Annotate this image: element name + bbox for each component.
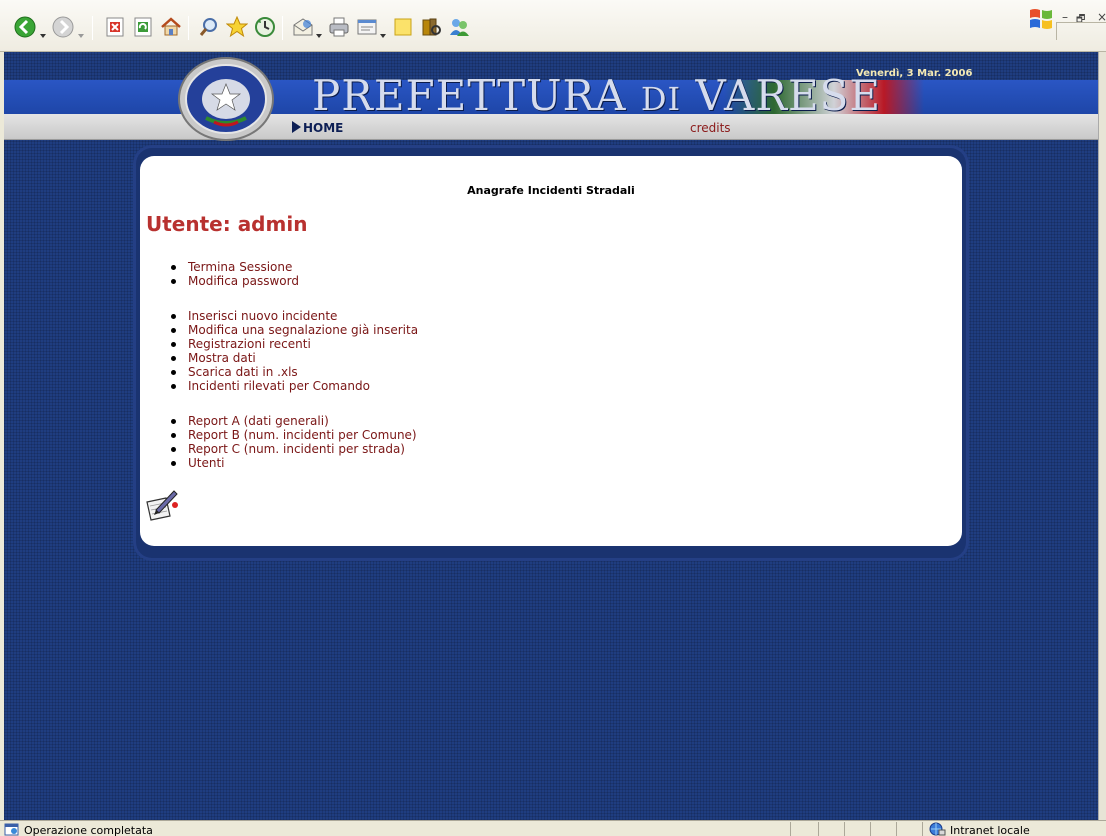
status-divider <box>844 822 845 836</box>
content-card: Anagrafe Incidenti Stradali Utente: admi… <box>140 156 962 546</box>
toolbar-separator <box>188 16 189 40</box>
download-xls-link[interactable]: Scarica dati in .xls <box>188 365 298 379</box>
stop-icon[interactable] <box>104 16 126 38</box>
credits-link[interactable]: credits <box>690 121 731 135</box>
address-area <box>1056 22 1106 40</box>
status-divider <box>818 822 819 836</box>
notes-icon[interactable] <box>392 16 414 38</box>
list-item: Report A (dati generali) <box>168 414 417 428</box>
site-title-city: VARESE <box>695 71 882 120</box>
status-divider <box>790 822 791 836</box>
home-link[interactable]: HOME <box>292 121 343 135</box>
list-item: Modifica una segnalazione già inserita <box>168 323 418 337</box>
mail-dropdown-icon[interactable] <box>316 24 322 38</box>
pen-paper-icon[interactable] <box>144 488 180 522</box>
list-item: Scarica dati in .xls <box>168 365 418 379</box>
logout-link[interactable]: Termina Sessione <box>188 260 292 274</box>
favorites-icon[interactable] <box>226 16 248 38</box>
site-title: PREFETTURA DI VARESE <box>312 74 881 121</box>
messenger-icon[interactable] <box>448 16 470 38</box>
new-incident-link[interactable]: Inserisci nuovo incidente <box>188 309 337 323</box>
status-text: Operazione completata <box>24 824 153 836</box>
intranet-zone-icon <box>929 822 946 836</box>
print-icon[interactable] <box>328 16 350 38</box>
zone-text: Intranet locale <box>950 824 1030 836</box>
edit-dropdown-icon[interactable] <box>380 24 386 38</box>
edit-icon[interactable] <box>356 16 378 38</box>
list-item: Inserisci nuovo incidente <box>168 309 418 323</box>
search-icon[interactable] <box>198 16 220 38</box>
scrollbar[interactable] <box>1098 52 1106 820</box>
status-bar: Operazione completata Intranet locale <box>0 820 1106 836</box>
toolbar-separator <box>92 16 93 40</box>
data-menu: Inserisci nuovo incidente Modifica una s… <box>168 309 418 393</box>
windows-logo-icon <box>1030 9 1052 29</box>
mail-icon[interactable] <box>292 16 314 38</box>
forward-icon[interactable] <box>52 16 74 38</box>
site-title-di: DI <box>640 80 682 118</box>
forward-dropdown-icon[interactable] <box>78 24 84 38</box>
page-viewport: PREFETTURA DI VARESE Venerdì, 3 Mar. 200… <box>4 52 1098 820</box>
status-divider <box>922 822 923 836</box>
back-icon[interactable] <box>14 16 36 38</box>
list-item: Modifica password <box>168 274 299 288</box>
incidents-by-command-link[interactable]: Incidenti rilevati per Comando <box>188 379 370 393</box>
page-title: Anagrafe Incidenti Stradali <box>467 184 635 197</box>
list-item: Report B (num. incidenti per Comune) <box>168 428 417 442</box>
home-icon[interactable] <box>160 16 182 38</box>
report-b-link[interactable]: Report B (num. incidenti per Comune) <box>188 428 417 442</box>
history-icon[interactable] <box>254 16 276 38</box>
edit-report-link[interactable]: Modifica una segnalazione già inserita <box>188 323 418 337</box>
recent-records-link[interactable]: Registrazioni recenti <box>188 337 311 351</box>
browser-toolbar: – 🗗 × <box>0 0 1106 52</box>
change-password-link[interactable]: Modifica password <box>188 274 299 288</box>
list-item: Incidenti rilevati per Comando <box>168 379 418 393</box>
date-label: Venerdì, 3 Mar. 2006 <box>856 68 973 79</box>
show-data-link[interactable]: Mostra dati <box>188 351 256 365</box>
back-dropdown-icon[interactable] <box>40 24 46 38</box>
report-menu: Report A (dati generali) Report B (num. … <box>168 414 417 470</box>
users-link[interactable]: Utenti <box>188 456 225 470</box>
list-item: Termina Sessione <box>168 260 299 274</box>
home-arrow-icon <box>292 121 301 133</box>
user-label: Utente: admin <box>146 212 308 236</box>
report-a-link[interactable]: Report A (dati generali) <box>188 414 329 428</box>
research-icon[interactable] <box>420 16 442 38</box>
list-item: Report C (num. incidenti per strada) <box>168 442 417 456</box>
session-menu: Termina Sessione Modifica password <box>168 260 299 288</box>
status-divider <box>870 822 871 836</box>
home-link-label: HOME <box>303 121 344 135</box>
list-item: Mostra dati <box>168 351 418 365</box>
status-divider <box>896 822 897 836</box>
refresh-icon[interactable] <box>132 16 154 38</box>
report-c-link[interactable]: Report C (num. incidenti per strada) <box>188 442 405 456</box>
site-title-main: PREFETTURA <box>312 71 627 120</box>
toolbar-separator <box>282 16 283 40</box>
list-item: Utenti <box>168 456 417 470</box>
page-done-icon <box>4 823 19 836</box>
list-item: Registrazioni recenti <box>168 337 418 351</box>
ministry-seal-icon <box>178 57 274 141</box>
